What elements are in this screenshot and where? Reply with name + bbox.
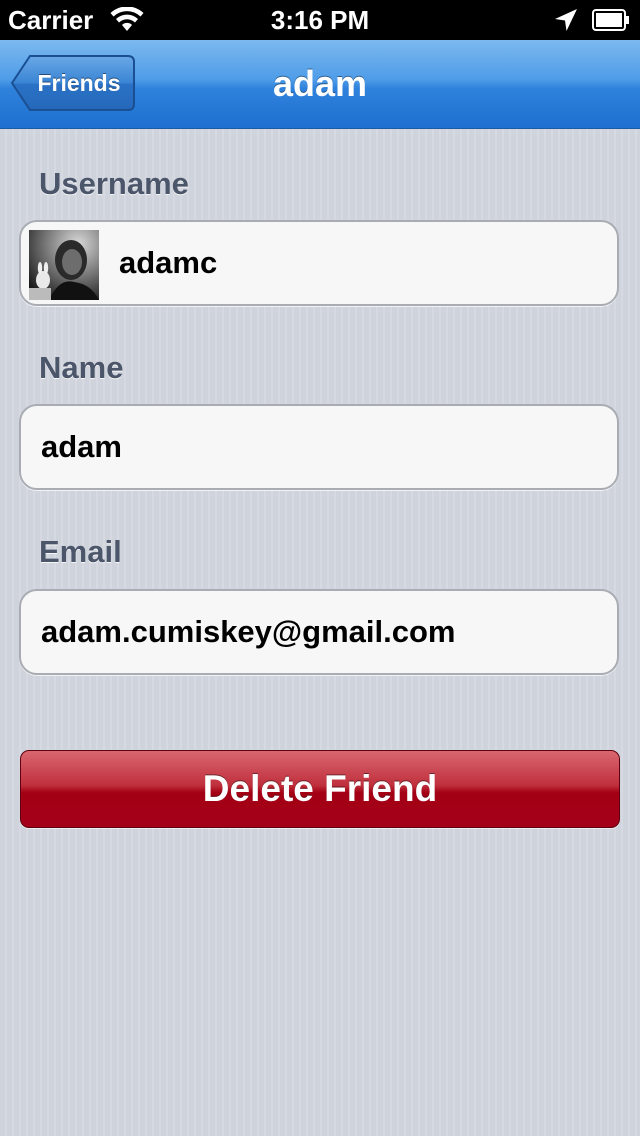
back-button-friends[interactable]: Friends (10, 54, 136, 112)
name-label: Name (39, 350, 124, 385)
username-value: adamc (119, 245, 218, 280)
delete-friend-button[interactable]: Delete Friend (20, 750, 620, 828)
email-field: adam.cumiskey@gmail.com (19, 589, 619, 675)
location-arrow-icon (555, 9, 577, 31)
email-label: Email (39, 534, 122, 569)
username-label: Username (39, 166, 189, 201)
page-title: adam (272, 63, 368, 104)
navigation-bar: Friends adam (0, 40, 640, 129)
username-field: adamc (19, 220, 619, 306)
battery-icon (592, 9, 629, 31)
avatar (29, 230, 99, 300)
email-value: adam.cumiskey@gmail.com (41, 614, 456, 649)
name-field: adam (19, 404, 619, 490)
status-bar: Carrier 3:16 PM (0, 0, 640, 40)
delete-friend-label: Delete Friend (202, 768, 438, 809)
clock: 3:16 PM (270, 5, 370, 35)
back-button-label: Friends (37, 70, 121, 96)
avatar-photo (29, 230, 99, 300)
name-value: adam (41, 429, 122, 464)
